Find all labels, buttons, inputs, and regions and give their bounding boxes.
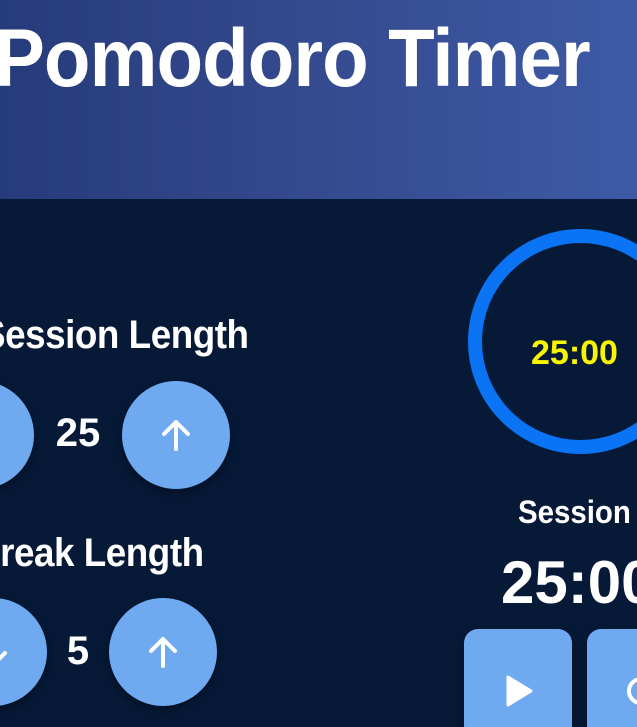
pomodoro-app: Pomodoro Timer Session Length 25 Break L…: [0, 0, 637, 727]
session-decrement-button[interactable]: [0, 381, 34, 489]
arrow-up-icon: [149, 637, 177, 668]
page-title: Pomodoro Timer: [0, 13, 591, 104]
session-length-value: 25: [55, 411, 101, 455]
reset-button[interactable]: [587, 629, 637, 727]
break-length-label: Break Length: [0, 531, 204, 575]
break-increment-button[interactable]: [109, 598, 217, 706]
ring-time-display: 25:00: [531, 334, 618, 372]
start-stop-button[interactable]: [464, 629, 572, 727]
reset-icon: [627, 677, 637, 705]
break-decrement-button[interactable]: [0, 598, 47, 706]
session-length-label: Session Length: [0, 313, 249, 357]
arrow-up-icon: [162, 420, 190, 451]
arrow-down-icon: [0, 651, 7, 661]
session-increment-button[interactable]: [122, 381, 230, 489]
header-banner: Pomodoro Timer: [0, 0, 637, 199]
play-icon: [506, 675, 533, 707]
time-left-display: 25:00: [501, 549, 637, 616]
break-length-value: 5: [66, 629, 90, 673]
timer-mode-label: Session: [518, 494, 631, 530]
